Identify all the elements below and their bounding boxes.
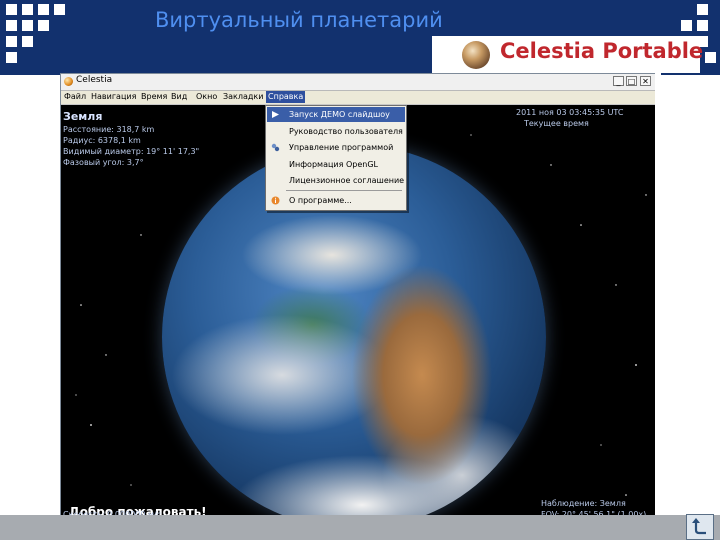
menu-item-controls[interactable]: Управление программой [267,140,405,155]
menu-item-label: Управление программой [289,143,394,152]
decor-square [6,52,17,63]
hud-phase-angle: Фазовый угол: 3,7° [63,158,144,167]
menu-file[interactable]: Файл [64,92,86,101]
help-dropdown: Запуск ДЕМО слайдшоу Руководство пользов… [265,105,407,211]
window-titlebar[interactable]: Celestia _ □ ✕ [61,74,655,91]
hud-distance: Расстояние: 318,7 km [63,125,155,134]
minimize-button[interactable]: _ [613,76,624,86]
info-icon [271,196,280,205]
menu-item-label: Руководство пользователя [289,127,403,136]
maximize-button[interactable]: □ [626,76,637,86]
decor-square [38,4,49,15]
celestia-logo: Celestia Portable [432,36,704,73]
menu-item-label: Информация OpenGL [289,160,378,169]
menu-item-opengl-info[interactable]: Информация OpenGL [267,157,405,172]
decor-square [54,4,65,15]
menu-view[interactable]: Вид [171,92,187,101]
play-icon [272,111,279,118]
menu-item-user-guide[interactable]: Руководство пользователя [267,124,405,139]
decor-square [22,20,33,31]
hud-time-mode: Текущее время [524,119,589,128]
menu-bar: Файл Навигация Время Вид Окно Закладки С… [61,91,655,105]
menu-window[interactable]: Окно [196,92,217,101]
close-button[interactable]: ✕ [640,76,651,86]
decor-square [6,36,17,47]
decor-square [38,20,49,31]
menu-help[interactable]: Справка [266,91,306,103]
menu-separator [286,190,402,191]
hud-datetime: 2011 ноя 03 03:45:35 UTC [516,108,624,117]
decor-square [22,4,33,15]
slide-title: Виртуальный планетарий [155,8,443,32]
controls-icon [271,143,280,152]
hud-tracking: Наблюдение: Земля [541,499,626,508]
menu-time[interactable]: Время [141,92,167,101]
decor-square [697,20,708,31]
celestia-app-icon [64,77,73,86]
menu-navigation[interactable]: Навигация [91,92,136,101]
menu-item-label: Лицензионное соглашение [289,176,405,185]
logo-text: Celestia Portable [500,39,704,63]
decor-square [681,20,692,31]
celestia-globe-icon [462,41,490,69]
window-title: Celestia [76,75,113,85]
hud-apparent-diameter: Видимый диаметр: 19° 11' 17,3" [63,147,200,156]
menu-item-about[interactable]: О программе... [267,193,405,208]
return-button[interactable] [686,514,714,540]
menu-item-label: Запуск ДЕМО слайдшоу [289,110,390,119]
document-edge [655,73,661,518]
return-arrow-icon [692,518,706,535]
menu-item-license[interactable]: Лицензионное соглашение [267,173,405,188]
menu-bookmarks[interactable]: Закладки [223,92,263,101]
decor-square [705,52,716,63]
slide-header: Виртуальный планетарий Celestia Portable [0,0,720,75]
slide-footer [0,515,720,540]
menu-item-label: О программе... [289,196,352,205]
decor-square [6,20,17,31]
decor-square [22,36,33,47]
hud-radius: Радиус: 6378,1 km [63,136,141,145]
decor-square [6,4,17,15]
menu-item-demo[interactable]: Запуск ДЕМО слайдшоу [267,107,405,122]
decor-square [697,4,708,15]
hud-object-name: Земля [63,110,103,123]
